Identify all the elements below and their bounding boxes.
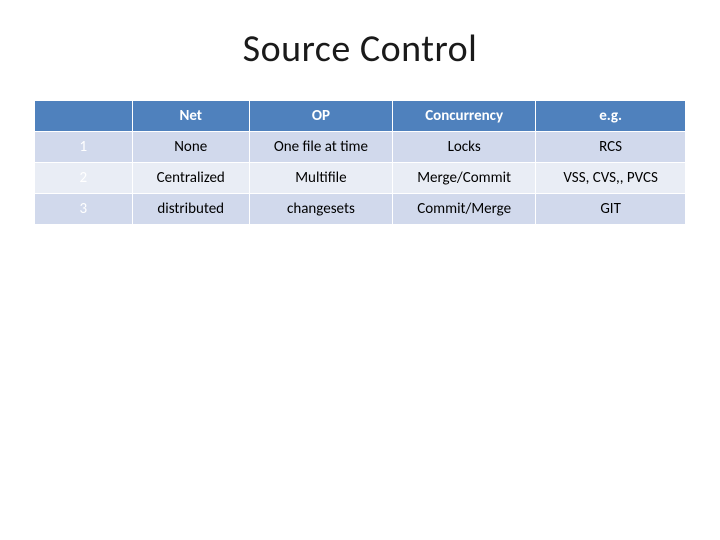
cell-concurrency: Locks xyxy=(393,132,536,163)
row-label: 1 xyxy=(35,132,133,163)
cell-eg: RCS xyxy=(536,132,686,163)
cell-op: One file at time xyxy=(249,132,392,163)
cell-net: None xyxy=(132,132,249,163)
table-header-op: OP xyxy=(249,101,392,132)
table-header-eg: e.g. xyxy=(536,101,686,132)
cell-eg: VSS, CVS,, PVCS xyxy=(536,163,686,194)
table-header-net: Net xyxy=(132,101,249,132)
table-row: 1 None One file at time Locks RCS xyxy=(35,132,686,163)
cell-eg: GIT xyxy=(536,194,686,225)
row-label: 2 xyxy=(35,163,133,194)
table-header-concurrency: Concurrency xyxy=(393,101,536,132)
cell-net: Centralized xyxy=(132,163,249,194)
slide: Source Control Net OP Concurrency e.g. 1… xyxy=(0,0,720,540)
row-label: 3 xyxy=(35,194,133,225)
cell-net: distributed xyxy=(132,194,249,225)
cell-concurrency: Commit/Merge xyxy=(393,194,536,225)
slide-title: Source Control xyxy=(34,26,686,72)
table-row: 2 Centralized Multifile Merge/Commit VSS… xyxy=(35,163,686,194)
cell-op: Multifile xyxy=(249,163,392,194)
table-row: 3 distributed changesets Commit/Merge GI… xyxy=(35,194,686,225)
table-header-row: Net OP Concurrency e.g. xyxy=(35,101,686,132)
cell-op: changesets xyxy=(249,194,392,225)
cell-concurrency: Merge/Commit xyxy=(393,163,536,194)
comparison-table: Net OP Concurrency e.g. 1 None One file … xyxy=(34,100,686,225)
table-header-blank xyxy=(35,101,133,132)
